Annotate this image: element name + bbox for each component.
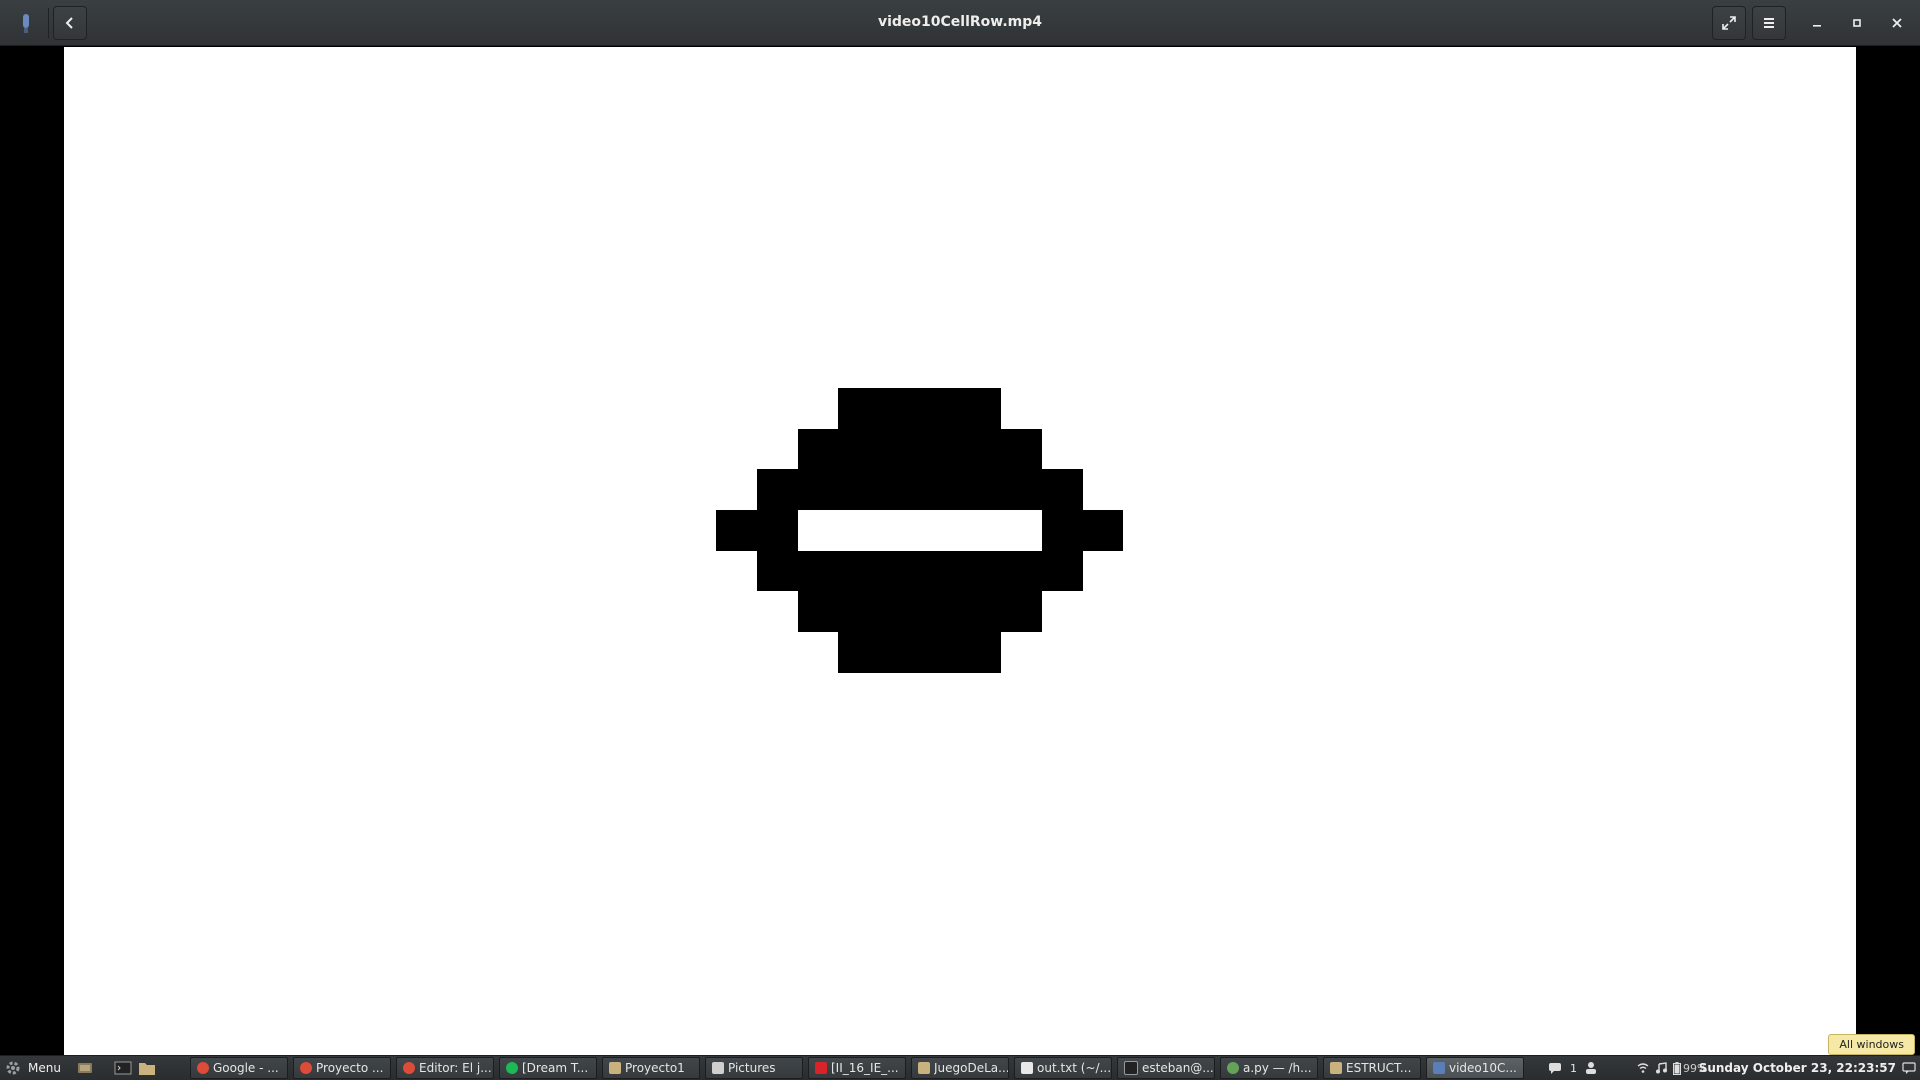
taskbar-task-label: out.txt (~/... [1037, 1061, 1111, 1075]
taskbar-task[interactable]: JuegoDeLa... [911, 1057, 1009, 1079]
minimize-button[interactable] [1804, 10, 1830, 36]
taskbar-task-label: [II_16_IE_... [831, 1061, 899, 1075]
all-windows-tooltip: All windows [1828, 1034, 1915, 1055]
folder-icon [609, 1062, 621, 1074]
close-icon [1892, 18, 1902, 28]
notifications-icon[interactable] [1902, 1061, 1916, 1075]
chrome-icon [403, 1062, 415, 1074]
taskbar-task-label: a.py — /h... [1243, 1061, 1312, 1075]
taskbar-task-label: Editor: El j... [419, 1061, 492, 1075]
video-content-pixel-shape [716, 388, 1123, 673]
taskbar-task[interactable]: Proyecto ... [293, 1057, 391, 1079]
taskbar-task[interactable]: video10C... [1426, 1057, 1524, 1079]
folder-icon [1330, 1062, 1342, 1074]
fullscreen-icon [1722, 16, 1736, 30]
fullscreen-button[interactable] [1712, 6, 1746, 40]
system-tray: 1 99% [1548, 1056, 1707, 1080]
taskbar-task[interactable]: out.txt (~/... [1014, 1057, 1112, 1079]
battery-icon[interactable] [1673, 1061, 1681, 1075]
taskbar-task-label: Pictures [728, 1061, 776, 1075]
show-desktop-icon[interactable] [76, 1059, 94, 1077]
user-icon[interactable] [1585, 1061, 1597, 1075]
minimize-icon [1813, 25, 1821, 27]
taskbar-task[interactable]: Pictures [705, 1057, 803, 1079]
chrome-icon [197, 1062, 209, 1074]
taskbar-task-label: Proyecto ... [316, 1061, 384, 1075]
taskbar-task-label: esteban@... [1142, 1061, 1214, 1075]
taskbar-task[interactable]: ESTRUCT... [1323, 1057, 1421, 1079]
header-separator [48, 8, 49, 38]
text-editor-icon [1021, 1062, 1033, 1074]
video-player-app-icon [23, 14, 29, 33]
chat-icon[interactable] [1548, 1061, 1562, 1075]
start-menu-button[interactable]: Menu [4, 1056, 61, 1080]
taskbar-task-label: [Dream T... [522, 1061, 589, 1075]
hamburger-menu-icon [1764, 18, 1774, 28]
video-icon [1433, 1062, 1445, 1074]
taskbar: Menu Google - ... Proyecto ... Editor: El … [0, 1055, 1920, 1080]
taskbar-task-label: Proyecto1 [625, 1061, 685, 1075]
terminal-icon [1124, 1061, 1138, 1075]
menu-button[interactable] [1752, 6, 1786, 40]
taskbar-task[interactable]: Editor: El j... [396, 1057, 494, 1079]
spotify-icon [506, 1062, 518, 1074]
taskbar-task-label: JuegoDeLa... [934, 1061, 1008, 1075]
wifi-icon[interactable] [1637, 1062, 1649, 1074]
notification-count: 1 [1570, 1061, 1577, 1075]
clock[interactable]: Sunday October 23, 22:23:57 [1699, 1056, 1896, 1080]
taskbar-task-label: ESTRUCT... [1346, 1061, 1412, 1075]
taskbar-task[interactable]: a.py — /h... [1220, 1057, 1318, 1079]
taskbar-task-label: Google - ... [213, 1061, 279, 1075]
document-icon [712, 1062, 724, 1074]
chrome-icon [300, 1062, 312, 1074]
window-headerbar: video10CellRow.mp4 [0, 0, 1920, 46]
maximize-button[interactable] [1844, 10, 1870, 36]
taskbar-task[interactable]: [II_16_IE_... [808, 1057, 906, 1079]
close-button[interactable] [1884, 10, 1910, 36]
taskbar-task[interactable]: esteban@... [1117, 1057, 1215, 1079]
gear-icon [6, 1061, 20, 1075]
taskbar-task[interactable]: Google - ... [190, 1057, 288, 1079]
chevron-left-icon [65, 17, 73, 29]
window-title: video10CellRow.mp4 [877, 14, 1042, 30]
menu-label: Menu [28, 1061, 61, 1075]
folder-icon [918, 1062, 930, 1074]
video-frame[interactable] [64, 47, 1856, 1055]
terminal-launcher-icon[interactable] [114, 1059, 132, 1077]
maximize-icon [1853, 19, 1861, 27]
back-button[interactable] [53, 6, 87, 40]
files-launcher-icon[interactable] [138, 1059, 156, 1077]
taskbar-task[interactable]: Proyecto1 [602, 1057, 700, 1079]
music-note-icon[interactable] [1655, 1062, 1667, 1074]
atom-icon [1227, 1062, 1239, 1074]
taskbar-task[interactable]: [Dream T... [499, 1057, 597, 1079]
pdf-icon [815, 1062, 827, 1074]
taskbar-task-label: video10C... [1449, 1061, 1517, 1075]
